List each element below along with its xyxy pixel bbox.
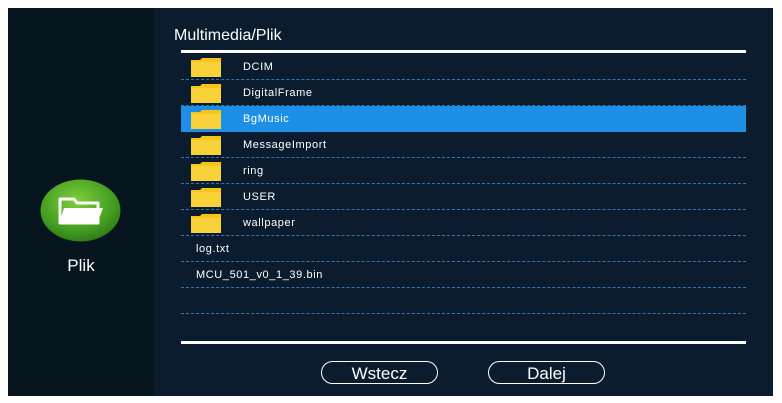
list-item-label: ring (243, 165, 264, 177)
list-item-digitalframe[interactable]: DigitalFrame (181, 80, 746, 106)
file-list: DCIM DigitalFrame BgMusic MessageImport … (181, 54, 746, 314)
next-button[interactable]: Dalej (488, 361, 605, 384)
list-item-label: wallpaper (243, 217, 296, 229)
list-item-messageimport[interactable]: MessageImport (181, 132, 746, 158)
list-item-label: MessageImport (243, 139, 327, 151)
folder-icon (191, 58, 221, 77)
list-item-label: BgMusic (243, 113, 290, 125)
list-item-label: DigitalFrame (243, 87, 313, 99)
list-item-label: log.txt (196, 243, 230, 255)
folder-icon (191, 162, 221, 181)
folder-icon (191, 110, 221, 129)
list-item-label: MCU_501_v0_1_39.bin (196, 269, 323, 281)
list-item-mcu-bin[interactable]: MCU_501_v0_1_39.bin (181, 262, 746, 288)
list-item-label: USER (243, 191, 276, 203)
folder-icon (191, 188, 221, 207)
title-divider (181, 50, 746, 53)
list-item-empty (181, 288, 746, 314)
folder-open-icon (40, 179, 121, 242)
list-item-log-txt[interactable]: log.txt (181, 236, 746, 262)
app-label: Plik (67, 256, 95, 275)
folder-icon (191, 214, 221, 233)
list-item-wallpaper[interactable]: wallpaper (181, 210, 746, 236)
list-item-ring[interactable]: ring (181, 158, 746, 184)
back-button[interactable]: Wstecz (321, 361, 438, 384)
folder-icon (191, 136, 221, 155)
breadcrumb: Multimedia/Plik (174, 27, 282, 44)
folder-icon (191, 84, 221, 103)
list-item-user[interactable]: USER (181, 184, 746, 210)
footer-divider (181, 341, 746, 344)
list-item-bgmusic[interactable]: BgMusic (181, 106, 746, 132)
list-item-dcim[interactable]: DCIM (181, 54, 746, 80)
list-item-label: DCIM (243, 61, 274, 73)
